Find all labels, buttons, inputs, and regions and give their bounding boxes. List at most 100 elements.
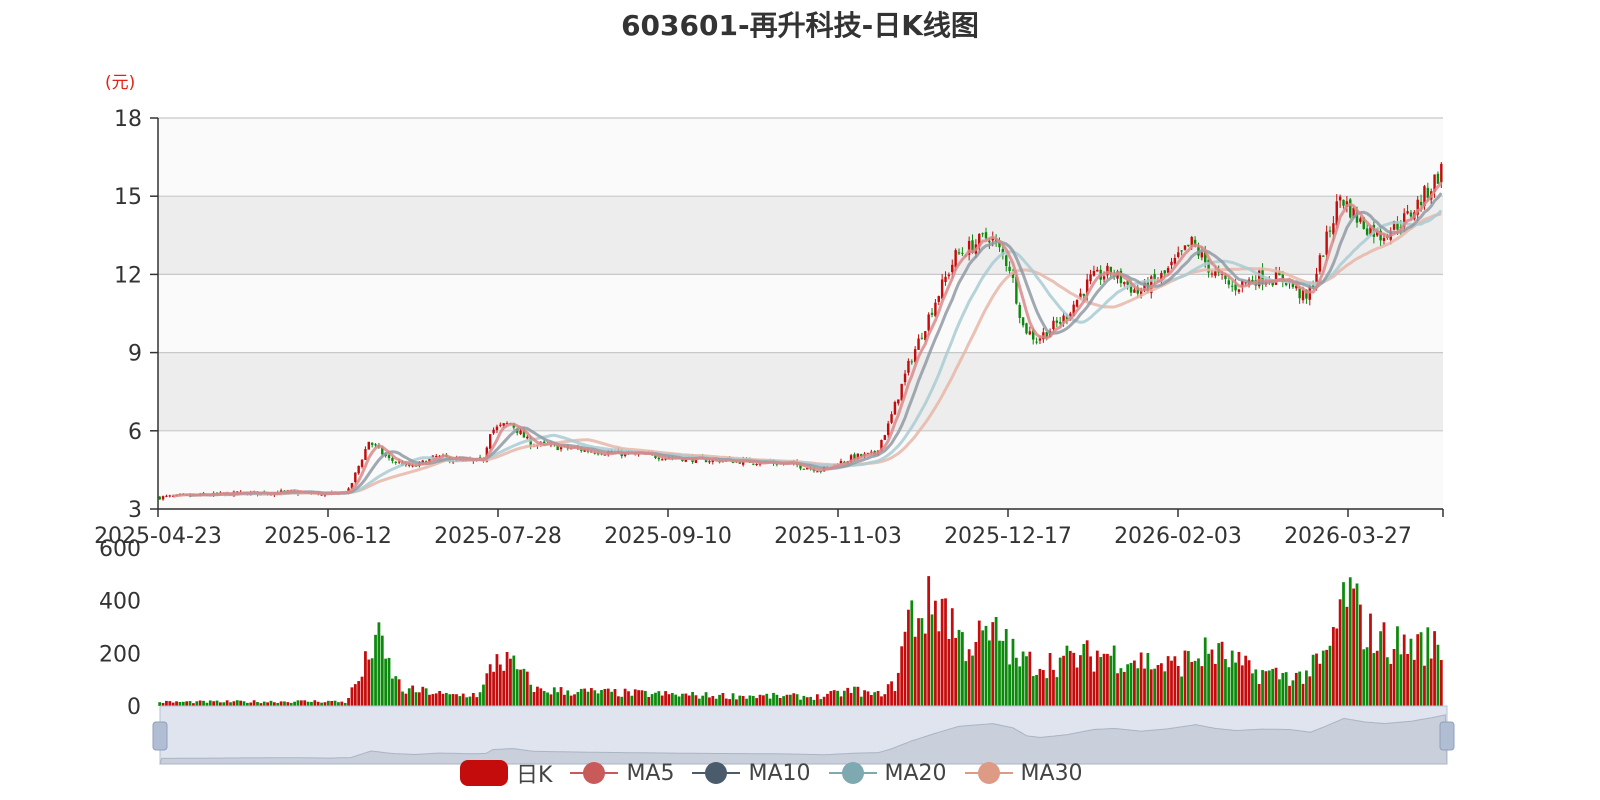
volume-bar (694, 695, 698, 706)
volume-bar (677, 696, 681, 706)
volume-bar (498, 664, 502, 706)
volume-bar (411, 685, 415, 706)
volume-bar (596, 693, 600, 706)
volume-bar (1305, 670, 1308, 706)
volume-bar (1126, 664, 1130, 706)
volume-bar (256, 702, 259, 706)
volume-bar (741, 695, 745, 706)
zoom-handle-left[interactable] (152, 721, 168, 751)
volume-bar (1217, 643, 1221, 706)
volume-bar (421, 686, 425, 706)
volume-bar (573, 694, 576, 706)
candle-body (364, 449, 367, 460)
volume-bar (519, 669, 522, 706)
volume-bar (718, 694, 721, 706)
volume-bar (1291, 680, 1295, 706)
volume-bar (1025, 656, 1028, 706)
candle-body (360, 459, 364, 467)
volume-bar (1116, 673, 1119, 706)
candle-body (488, 434, 492, 449)
volume-bar (1369, 613, 1372, 706)
volume-bar (1139, 652, 1143, 706)
volume-bar (748, 695, 752, 706)
candle-body (907, 360, 910, 373)
x-tick-label: 2025-11-03 (774, 524, 902, 549)
volume-bar (188, 701, 192, 706)
volume-bar (940, 598, 944, 706)
volume-bar (546, 692, 549, 706)
volume-bar (643, 690, 647, 706)
volume-bar (697, 698, 701, 706)
volume-bar (1200, 666, 1204, 706)
candle-body (930, 312, 934, 315)
volume-bar (627, 691, 630, 706)
volume-bar (239, 700, 243, 706)
volume-bar (1261, 670, 1264, 706)
candle-body (168, 495, 172, 497)
candle-body (920, 337, 924, 339)
volume-bar (1075, 667, 1079, 706)
legend-item-ma20[interactable]: MA20 (828, 760, 947, 786)
candle-body (1123, 282, 1126, 285)
volume-bar (684, 693, 688, 706)
legend-item-ma5[interactable]: MA5 (570, 760, 674, 786)
volume-bar (1244, 655, 1248, 706)
volume-bar (1338, 599, 1342, 706)
candle-body (1301, 290, 1305, 301)
legend-label-ma30: MA30 (1020, 760, 1083, 786)
volume-bar (701, 695, 705, 706)
volume-bar (1342, 582, 1345, 706)
volume-bar (269, 700, 273, 706)
volume-bar (593, 690, 597, 706)
candle-body (1025, 323, 1028, 334)
volume-bar (792, 693, 796, 706)
legend-item-ma30[interactable]: MA30 (964, 760, 1083, 786)
volume-bar (900, 646, 904, 706)
candle-body (1200, 252, 1204, 258)
candle-body (984, 232, 988, 239)
candle-body (957, 252, 961, 254)
volume-bar (1136, 668, 1140, 706)
volume-bar (434, 693, 438, 706)
volume-bar (896, 672, 900, 706)
volume-bar (384, 658, 388, 706)
volume-bar (961, 632, 964, 706)
volume-bar (751, 695, 755, 706)
zoom-handle-right[interactable] (1439, 721, 1455, 751)
candle-body (1436, 173, 1440, 184)
volume-bar (829, 691, 833, 706)
candle-body (495, 426, 499, 431)
volume-bar (606, 688, 610, 706)
volume-bar (1018, 666, 1022, 706)
volume-bar (552, 687, 556, 706)
legend-item-kline[interactable]: 日K (460, 757, 552, 789)
volume-bar (890, 681, 893, 706)
candle-body (657, 457, 661, 460)
volume-bar (353, 684, 357, 706)
volume-bar (1406, 653, 1409, 706)
volume-bar (839, 696, 843, 706)
candle-body (1183, 245, 1187, 250)
volume-bar (1082, 643, 1086, 706)
volume-bar (714, 698, 718, 706)
legend-item-ma10[interactable]: MA10 (692, 760, 811, 786)
volume-bar (842, 690, 846, 706)
candle-body (502, 423, 505, 426)
volume-bar (1311, 654, 1315, 706)
price-grid-band (158, 196, 1443, 275)
volume-bar (320, 702, 323, 706)
candle-body (1359, 218, 1362, 222)
volume-bar (1041, 670, 1045, 706)
volume-bar (1028, 651, 1032, 706)
candle-body (1409, 212, 1413, 217)
volume-bar (407, 688, 411, 706)
volume-bar (418, 692, 421, 706)
candle-body (1102, 276, 1106, 280)
volume-bar (1149, 669, 1153, 706)
price-grid-band (158, 118, 1443, 197)
volume-bar (428, 694, 431, 706)
volume-bar (310, 701, 313, 706)
volume-bar (488, 664, 492, 706)
volume-bar (647, 696, 651, 706)
legend-label-ma5: MA5 (626, 760, 675, 786)
